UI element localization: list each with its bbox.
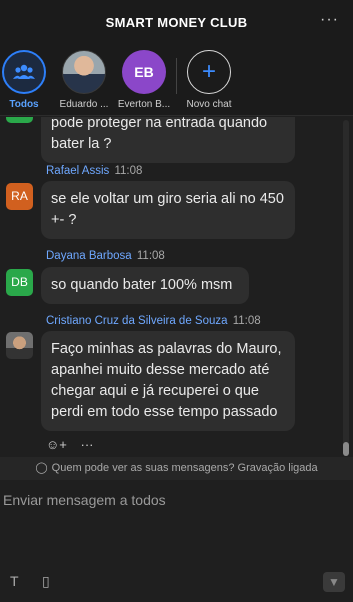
- format-text-icon[interactable]: T: [10, 573, 19, 589]
- avatar: [6, 332, 33, 359]
- attach-file-icon[interactable]: ▯: [42, 573, 50, 590]
- avatar: EB: [122, 50, 166, 94]
- message-sender: Rafael Assis 11:08: [46, 165, 143, 177]
- chat-tabs: Todos Eduardo ... EB Everton B... + Novo…: [0, 46, 353, 116]
- message-input[interactable]: Enviar mensagem a todos: [3, 492, 166, 508]
- avatar: [62, 50, 106, 94]
- tab-everton[interactable]: EB Everton B...: [112, 50, 176, 110]
- tab-label: Everton B...: [117, 99, 171, 110]
- message-sender: Cristiano Cruz da Silveira de Souza 11:0…: [46, 315, 261, 327]
- message-sender: Dayana Barbosa 11:08: [46, 250, 165, 262]
- more-actions-icon[interactable]: ···: [81, 437, 94, 452]
- add-reaction-icon[interactable]: ☺+: [46, 437, 67, 452]
- avatar: [6, 117, 33, 123]
- composer: Enviar mensagem a todos T ▯ ▼: [0, 480, 353, 602]
- message-bubble: so quando bater 100% msm: [41, 267, 249, 304]
- scrollbar-thumb[interactable]: [343, 442, 349, 456]
- user-lock-icon: ◯: [35, 462, 48, 474]
- send-icon[interactable]: ▼: [323, 572, 345, 592]
- tab-eduardo[interactable]: Eduardo ...: [52, 50, 116, 110]
- more-options-icon[interactable]: ···: [320, 11, 339, 29]
- group-icon: [2, 50, 46, 94]
- message-list: pode proteger na entrada quando bater la…: [0, 117, 345, 457]
- avatar: DB: [6, 269, 33, 296]
- tab-label: Novo chat: [186, 99, 232, 110]
- scrollbar[interactable]: [343, 120, 349, 456]
- tab-todos[interactable]: Todos: [0, 50, 56, 110]
- avatar: RA: [6, 183, 33, 210]
- message-actions: ☺+ ···: [46, 437, 104, 452]
- plus-icon: +: [187, 50, 231, 94]
- privacy-notice[interactable]: ◯ Quem pode ver as suas mensagens? Gravaç…: [0, 457, 353, 480]
- chat-header: SMART MONEY CLUB ···: [0, 0, 353, 46]
- message-bubble: Faço minhas as palavras do Mauro, apanhe…: [41, 331, 295, 431]
- chat-title: SMART MONEY CLUB: [105, 15, 248, 30]
- message-bubble: se ele voltar um giro seria ali no 450 +…: [41, 181, 295, 239]
- message-bubble: pode proteger na entrada quando bater la…: [41, 117, 295, 163]
- notice-text: Quem pode ver as suas mensagens? Gravaçã…: [51, 462, 318, 474]
- tab-label: Eduardo ...: [59, 99, 109, 110]
- tab-new-chat[interactable]: + Novo chat: [177, 50, 241, 110]
- tab-label: Todos: [9, 99, 39, 110]
